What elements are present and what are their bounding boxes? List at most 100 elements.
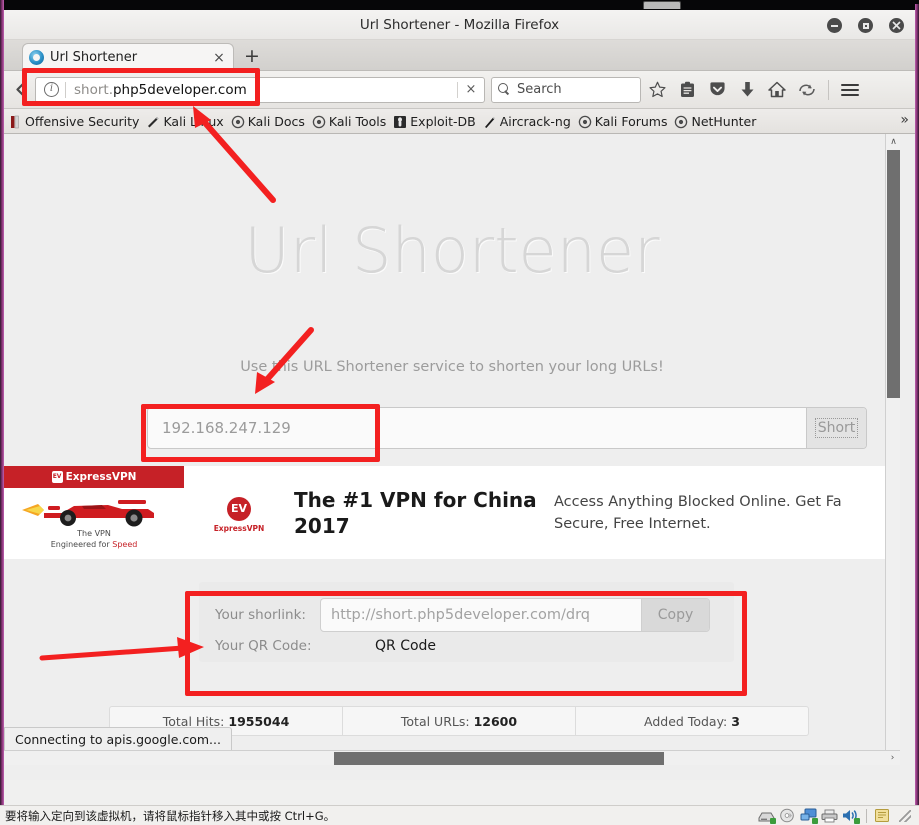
bookmark-exploit-db[interactable]: Exploit-DB xyxy=(393,114,476,129)
page-favicon-icon xyxy=(29,50,44,65)
back-arrow-icon xyxy=(15,83,24,96)
vmware-window: Url Shortener - Mozilla Firefox Url Shor… xyxy=(0,0,919,825)
shorten-button[interactable]: Short xyxy=(806,408,866,448)
shorten-button-label: Short xyxy=(814,418,859,438)
window-title: Url Shortener - Mozilla Firefox xyxy=(359,17,560,33)
maximize-button[interactable] xyxy=(858,18,873,33)
site-info-icon[interactable]: i xyxy=(44,82,59,97)
vmware-device-icons xyxy=(758,808,911,824)
urlbar-divider xyxy=(65,81,66,98)
vmware-vm-tab[interactable] xyxy=(643,1,681,9)
usb-device-icon[interactable] xyxy=(874,808,891,823)
shorten-form: Short xyxy=(147,407,867,449)
ad-tagline-line2: Engineered for Speed xyxy=(4,539,184,550)
tab-strip: Url Shortener × + xyxy=(4,40,915,71)
qr-code-value: QR Code xyxy=(375,638,437,654)
titlebar: Url Shortener - Mozilla Firefox xyxy=(4,10,915,40)
clear-url-icon[interactable]: × xyxy=(458,82,484,97)
sound-card-icon[interactable] xyxy=(842,808,860,824)
tab-url-shortener[interactable]: Url Shortener × xyxy=(22,43,234,71)
new-tab-button[interactable]: + xyxy=(242,47,262,67)
bookmark-offensive-security[interactable]: Offensive Security xyxy=(8,114,139,129)
close-button[interactable] xyxy=(889,18,904,33)
sync-icon[interactable] xyxy=(793,76,821,104)
bookmark-label: Kali Forums xyxy=(594,113,668,129)
firefox-window: Url Shortener - Mozilla Firefox Url Shor… xyxy=(4,10,915,805)
library-glyph xyxy=(680,81,694,97)
page-viewport: Url Shortener Use this URL Shortener ser… xyxy=(4,134,915,780)
kali-tools-icon xyxy=(312,114,326,129)
bookmarks-overflow-button[interactable]: » xyxy=(900,112,909,128)
address-bar[interactable]: i short.php5developer.com × xyxy=(35,76,485,103)
bookmark-kali-tools[interactable]: Kali Tools xyxy=(312,114,386,129)
home-icon[interactable] xyxy=(763,76,791,104)
minimize-button[interactable] xyxy=(827,18,842,33)
vmware-right-border xyxy=(915,4,919,805)
kali-linux-icon xyxy=(146,114,160,128)
home-glyph xyxy=(768,81,786,98)
page-subtitle: Use this URL Shortener service to shorte… xyxy=(240,359,664,375)
bookmark-label: Aircrack-ng xyxy=(499,113,571,129)
page-title: Url Shortener xyxy=(244,214,660,287)
search-placeholder: Search xyxy=(517,82,562,97)
downloads-icon[interactable] xyxy=(733,76,761,104)
bookmark-kali-linux[interactable]: Kali Linux xyxy=(146,113,224,129)
stat-value: 12600 xyxy=(473,713,518,729)
stat-label: Total URLs: xyxy=(400,713,470,729)
bookmark-nethunter[interactable]: NetHunter xyxy=(674,114,756,129)
scroll-up-button[interactable]: ∧ xyxy=(886,134,900,149)
vmware-status-bar: 要将输入定向到该虚拟机，请将鼠标指针移入其中或按 Ctrl+G。 xyxy=(0,805,919,825)
search-icon xyxy=(498,83,511,96)
shortlink-result-panel: Your shorlink: Copy Your QR Code: QR Cod… xyxy=(199,582,734,662)
search-bar[interactable]: Search xyxy=(491,76,641,103)
ad-brand-bar: ExpressVPN xyxy=(4,466,184,488)
shortlink-input[interactable] xyxy=(321,599,641,631)
bookmark-label: Kali Linux xyxy=(163,113,224,129)
library-icon[interactable] xyxy=(673,76,701,104)
bookmarks-toolbar: Offensive Security Kali Linux Kali Docs … xyxy=(4,109,915,134)
expressvpn-ad-banner[interactable]: ExpressVPN The xyxy=(4,466,900,559)
vertical-scrollbar[interactable]: ∧ ∨ xyxy=(885,134,900,765)
back-button[interactable] xyxy=(7,77,33,103)
bookmark-label: Kali Tools xyxy=(328,113,387,129)
shortlink-row: Your shorlink: Copy xyxy=(215,598,710,632)
ad-tagline-accent: Speed xyxy=(112,540,138,549)
long-url-input[interactable] xyxy=(148,408,806,448)
exploit-db-icon xyxy=(393,114,407,128)
qr-code-row: Your QR Code: QR Code xyxy=(215,638,436,654)
kali-docs-icon xyxy=(231,114,245,129)
pocket-icon[interactable] xyxy=(703,76,731,104)
horizontal-scrollbar[interactable]: › xyxy=(4,750,900,765)
scroll-right-button[interactable]: › xyxy=(886,751,899,764)
hamburger-glyph xyxy=(841,83,859,96)
ad-logo-caption: ExpressVPN xyxy=(213,523,265,533)
window-resize-grip[interactable] xyxy=(899,809,911,822)
url-host-bold: php5developer.com xyxy=(112,81,247,98)
bookmark-star-icon[interactable] xyxy=(643,76,671,104)
printer-icon[interactable] xyxy=(821,808,838,823)
tab-label: Url Shortener xyxy=(50,50,138,65)
shortlink-input-group: Copy xyxy=(320,598,710,632)
status-popup: Connecting to apis.google.com... xyxy=(4,727,232,750)
star-glyph xyxy=(648,81,666,98)
stat-added-today: Added Today: 3 xyxy=(575,707,808,735)
ad-logo-block: EV ExpressVPN xyxy=(184,466,294,559)
bookmark-label: Kali Docs xyxy=(247,113,305,129)
web-page-content: Url Shortener Use this URL Shortener ser… xyxy=(4,134,900,765)
horizontal-scrollbar-thumb[interactable] xyxy=(334,752,664,765)
bookmark-kali-forums[interactable]: Kali Forums xyxy=(578,113,668,129)
hard-disk-icon[interactable] xyxy=(758,808,776,824)
ad-tagline-line1: The VPN xyxy=(77,529,111,538)
ad-body-text: Access Anything Blocked Online. Get Fa S… xyxy=(554,493,842,532)
copy-button[interactable]: Copy xyxy=(641,599,709,631)
tab-close-icon[interactable]: × xyxy=(211,50,227,66)
hamburger-menu-icon[interactable] xyxy=(836,76,864,104)
cd-drive-icon[interactable] xyxy=(779,808,796,823)
vertical-scrollbar-thumb[interactable] xyxy=(887,150,900,398)
network-adapter-icon[interactable] xyxy=(800,808,818,824)
kali-forums-icon xyxy=(578,114,592,129)
close-icon xyxy=(892,21,901,30)
bookmark-kali-docs[interactable]: Kali Docs xyxy=(231,114,305,129)
expressvpn-logo-icon xyxy=(51,471,63,483)
bookmark-aircrack-ng[interactable]: Aircrack-ng xyxy=(483,114,571,129)
